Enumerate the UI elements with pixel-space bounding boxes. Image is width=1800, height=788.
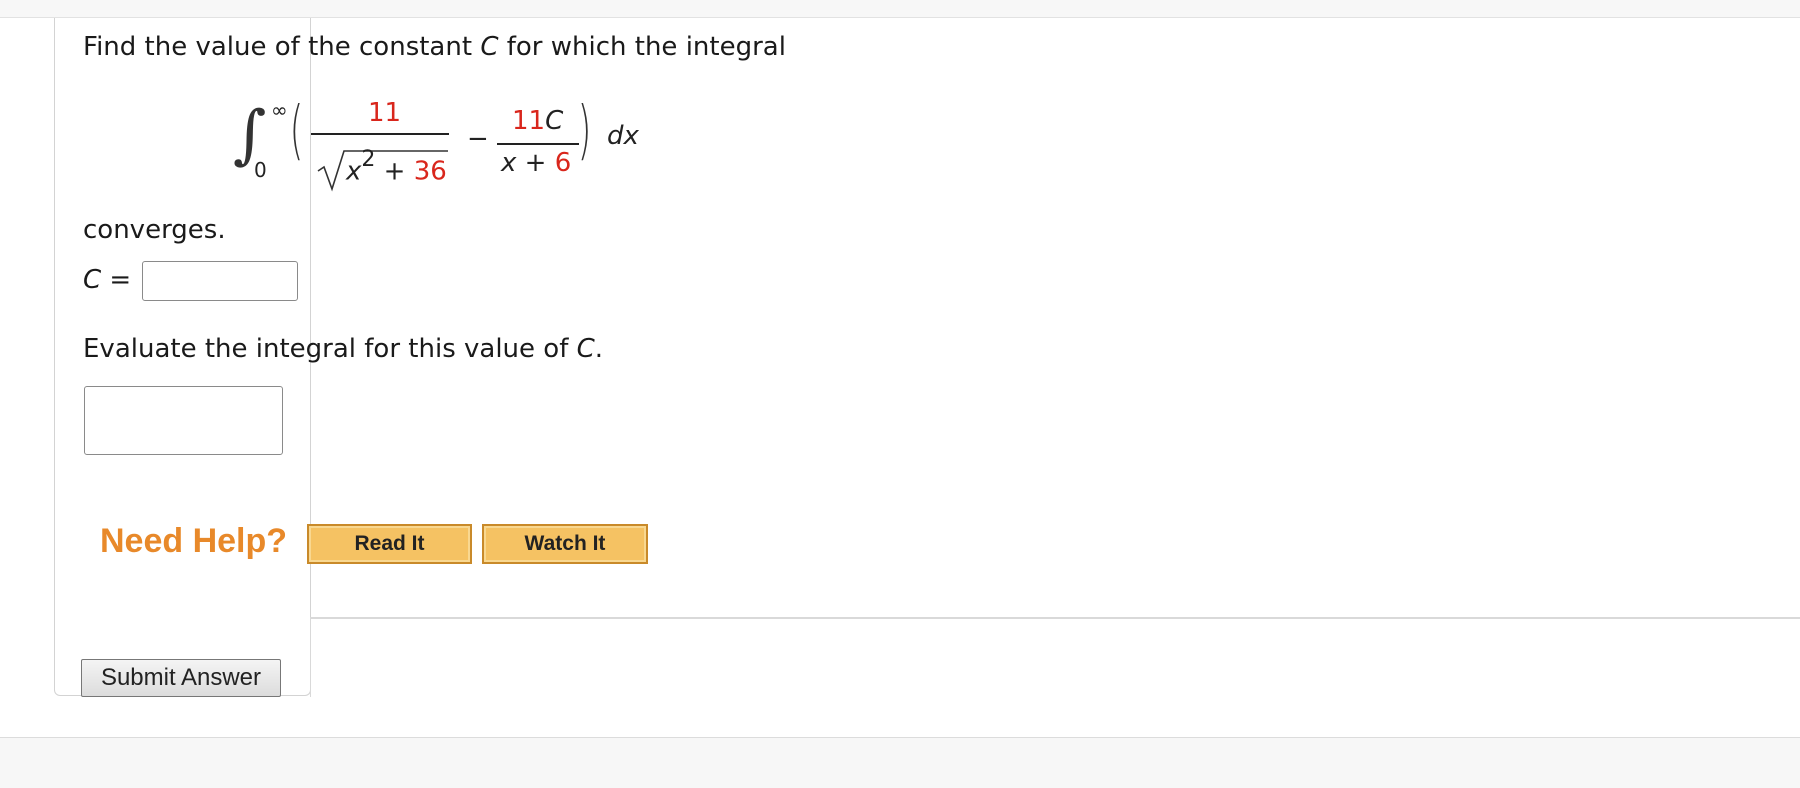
answer-divider-vertical (310, 617, 311, 697)
term2-num-coef: 11 (512, 106, 546, 136)
answer-divider (310, 617, 1800, 619)
minus-operator: − (467, 124, 489, 154)
right-paren: ) (577, 94, 592, 168)
submit-answer-button[interactable]: Submit Answer (81, 659, 281, 697)
question-prompt: Find the value of the constant C for whi… (83, 32, 786, 62)
lower-limit: 0 (254, 158, 267, 182)
term2-numerator: 11C (512, 106, 563, 136)
term2-den-plus: + (524, 148, 547, 178)
evaluate-end: . (594, 334, 604, 364)
read-it-button[interactable]: Read It (307, 524, 472, 564)
upper-limit: ∞ (271, 98, 288, 122)
prompt-text: Find the value of the constant (83, 32, 473, 62)
watch-it-button[interactable]: Watch It (482, 524, 648, 564)
term2-den-const: 6 (554, 148, 572, 178)
left-paren: ( (289, 94, 304, 168)
term1-den-plus: + (383, 156, 406, 187)
c-answer-input[interactable] (142, 261, 298, 301)
term2-num-var: C (545, 106, 564, 136)
prompt-var: C (480, 32, 499, 62)
evaluate-text: Evaluate the integral for this value of (83, 334, 569, 364)
term1-den-base: x2 + 36 (346, 147, 447, 187)
integral-answer-input[interactable] (84, 386, 283, 455)
prompt-end: for which the integral (506, 32, 786, 62)
c-label-var: C (83, 265, 102, 295)
evaluate-prompt: Evaluate the integral for this value of … (83, 334, 603, 364)
term1-numerator: 11 (368, 98, 402, 128)
c-label-eq: = (109, 265, 132, 295)
evaluate-var: C (576, 334, 595, 364)
need-help-label: Need Help? (100, 522, 288, 560)
term1-fraction-bar (311, 133, 449, 135)
term1-den-const: 36 (413, 156, 447, 187)
term2-fraction-bar (497, 143, 579, 145)
converges-text: converges. (83, 215, 226, 245)
term1-den-exp: 2 (361, 147, 376, 172)
term2-denominator: x + 6 (501, 148, 571, 178)
question-area: Find the value of the constant C for whi… (0, 18, 1800, 738)
term2-den-var: x (501, 148, 517, 178)
c-label: C = (83, 265, 131, 295)
term1-den-x: x (346, 156, 362, 187)
top-strip (0, 0, 1800, 18)
differential: dx (607, 121, 639, 151)
